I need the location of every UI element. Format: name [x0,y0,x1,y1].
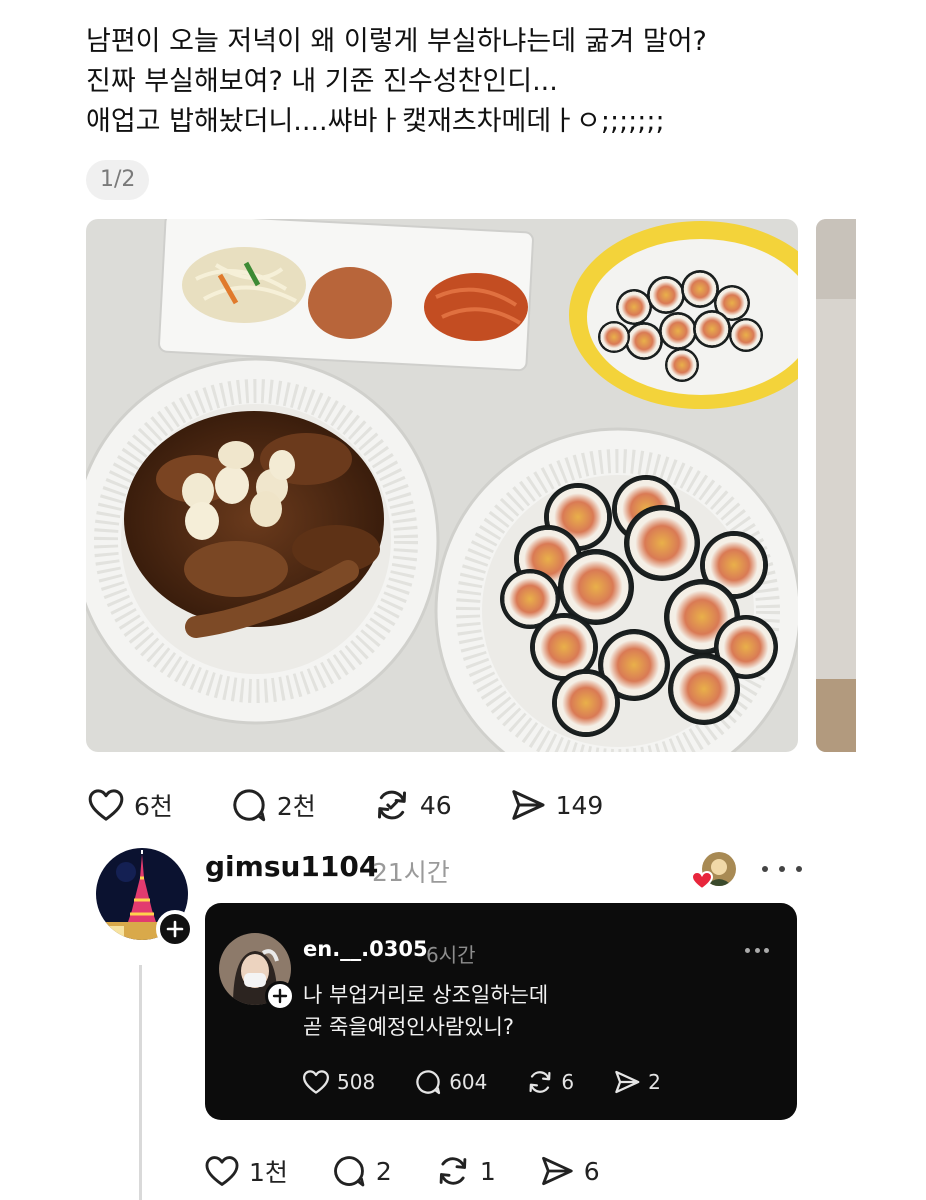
quoted-comment-button[interactable]: 604 [413,1067,487,1097]
next-photo-illustration [816,219,856,752]
quoted-post-card[interactable]: en.__.0305 6시간 나 부업거리로 상조일하는데 곧 죽을예정인사람있… [205,903,797,1120]
like-count: 6천 [134,792,173,821]
share-count: 149 [555,790,604,820]
braised-chicken [124,411,384,638]
quoted-timestamp: 6시간 [426,943,476,967]
repost-button[interactable]: 46 [372,785,452,825]
comment-count: 2천 [276,792,316,821]
reply-comment-button[interactable]: 2 [330,1152,392,1190]
quoted-body: 나 부업거리로 상조일하는데 곧 죽을예정인사람있니? [303,979,548,1043]
comment-bubble-icon [416,1070,441,1095]
heart-icon [205,1156,239,1186]
post-photo[interactable] [86,219,798,752]
reply-comment-count: 2 [375,1156,392,1186]
reply-username[interactable]: gimsu1104 [205,850,378,883]
repost-icon [439,1157,467,1185]
quoted-action-bar: 508 604 6 2 [301,1067,699,1097]
liked-heart-icon [690,870,714,891]
quoted-repost-button[interactable]: 6 [525,1067,574,1097]
repost-icon [529,1071,551,1093]
thread-line [139,965,142,1200]
reply-action-bar: 1천 2 1 6 [203,1152,642,1190]
more-dots-icon [762,866,768,872]
send-icon [615,1070,640,1094]
reply-repost-button[interactable]: 1 [434,1152,496,1190]
image-counter: 1/2 [86,160,150,200]
comment-bubble-icon [334,1156,365,1187]
like-button[interactable]: 6천 [86,785,173,825]
quoted-repost-count: 6 [561,1070,575,1094]
more-dots-icon [745,947,750,953]
heart-icon [88,789,124,821]
post-action-bar: 6천 2천 46 149 [86,780,659,830]
heart-icon [303,1070,329,1094]
post-line-2: 진짜 부실해보여? 내 기준 진수성찬인디... [86,66,558,97]
comment-bubble-icon [233,789,266,822]
quoted-username[interactable]: en.__.0305 [303,937,428,961]
quoted-like-button[interactable]: 508 [301,1067,375,1097]
reply-share-count: 6 [583,1156,600,1186]
quoted-follow-button[interactable] [265,981,295,1011]
next-photo-preview[interactable] [816,219,856,752]
fish-flakes [308,267,392,339]
reply-like-count: 1천 [249,1158,288,1187]
quoted-like-count: 508 [337,1070,376,1094]
repost-count: 46 [419,790,452,820]
follow-button[interactable] [156,910,194,948]
repost-icon [377,790,406,820]
post-line-1: 남편이 오늘 저녁이 왜 이렇게 부실하냐는데 굶겨 말어? [86,26,707,57]
food-photo-illustration [86,219,798,752]
share-button[interactable]: 149 [508,785,604,825]
reply-like-button[interactable]: 1천 [203,1152,288,1190]
post-line-3: 애업고 밥해놨더니....쌰바ㅏ캧재츠차메데ㅏㅇ;;;;;;; [86,106,665,137]
bean-sprouts [182,247,306,323]
quoted-share-button[interactable]: 2 [612,1067,661,1097]
quoted-comment-count: 604 [449,1070,488,1094]
comment-button[interactable]: 2천 [229,785,316,825]
plus-icon [272,988,288,1004]
quoted-line-2: 곧 죽을예정인사람있니? [303,1015,515,1039]
more-options-button[interactable] [762,856,802,882]
quoted-more-button[interactable] [745,945,769,955]
quoted-share-count: 2 [648,1070,661,1094]
quoted-line-1: 나 부업거리로 상조일하는데 [303,983,549,1007]
post-text: 남편이 오늘 저녁이 왜 이렇게 부실하냐는데 굶겨 말어? 진짜 부실해보여?… [86,22,886,142]
squid-strips [424,273,528,341]
plus-icon [166,920,184,938]
send-icon [541,1156,573,1186]
reply-share-button[interactable]: 6 [538,1152,600,1190]
send-icon [511,790,545,820]
reply-timestamp: 21시간 [372,858,450,887]
reply-repost-count: 1 [479,1156,496,1186]
